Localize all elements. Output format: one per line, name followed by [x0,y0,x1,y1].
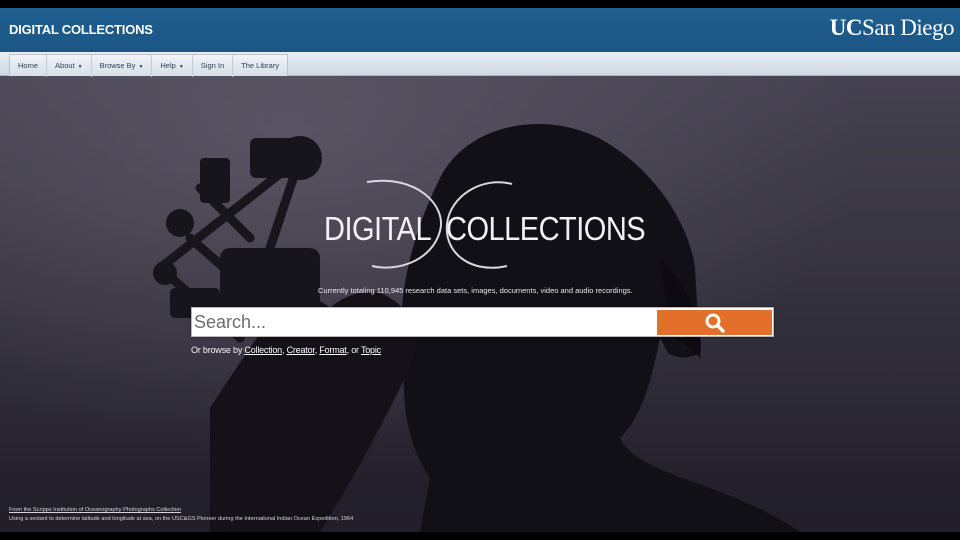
search-input[interactable] [192,308,655,336]
logo-san-diego: San Diego [862,15,954,40]
search-button[interactable] [657,310,772,335]
nav-item-help[interactable]: Help ▼ [152,55,193,77]
nav-item-sign-in[interactable]: Sign In [193,55,234,77]
browse-collection-link[interactable]: Collection [244,345,282,355]
caption-description: Using a sextant to determine latitude an… [9,516,354,522]
separator: , or [346,345,361,355]
browse-creator-link[interactable]: Creator [287,345,315,355]
nav-item-home[interactable]: Home [10,55,48,77]
search-icon [705,313,725,333]
photo-caption: From the Scripps Institution of Oceanogr… [9,506,353,524]
collection-count-tagline: Currently totaling 110,945 research data… [318,286,633,295]
caret-down-icon: ▼ [178,64,184,70]
browse-prefix: Or browse by [191,345,245,355]
nav-label: Home [18,61,39,70]
nav-item-browse-by[interactable]: Browse By ▼ [92,55,153,77]
nav-label: Browse By [99,61,136,70]
caret-down-icon: ▼ [138,64,144,70]
digital-collections-logo: DIGITAL COLLECTIONS [322,176,646,269]
nav-bar: Home About ▼ Browse By ▼ Help ▼ Sign In The… [0,52,960,77]
nav-item-about[interactable]: About ▼ [47,55,92,77]
nav-label: The Library [241,61,280,70]
logo-word-collections: COLLECTIONS [446,210,646,247]
nav-label: Sign In [200,61,225,70]
nav-label: Help [160,61,176,70]
site-header: DIGITAL COLLECTIONS UCSan Diego [0,8,960,52]
browse-topic-link[interactable]: Topic [361,345,381,355]
ucsd-logo[interactable]: UCSan Diego [829,15,955,41]
caption-source-link[interactable]: From the Scripps Institution of Oceanogr… [9,507,181,513]
page: DIGITAL COLLECTIONS UCSan Diego Home Abo… [0,8,960,532]
logo-uc: UC [829,15,863,40]
nav-menu: Home About ▼ Browse By ▼ Help ▼ Sign In The… [9,54,289,77]
site-title[interactable]: DIGITAL COLLECTIONS [9,22,153,37]
nav-label: About [55,61,75,70]
logo-word-digital: DIGITAL [324,210,432,247]
search-form [191,307,774,337]
browse-by-links: Or browse by Collection, Creator, Format… [191,345,381,355]
caret-down-icon: ▼ [77,64,83,70]
nav-item-the-library[interactable]: The Library [233,55,287,77]
browse-format-link[interactable]: Format [319,345,347,355]
